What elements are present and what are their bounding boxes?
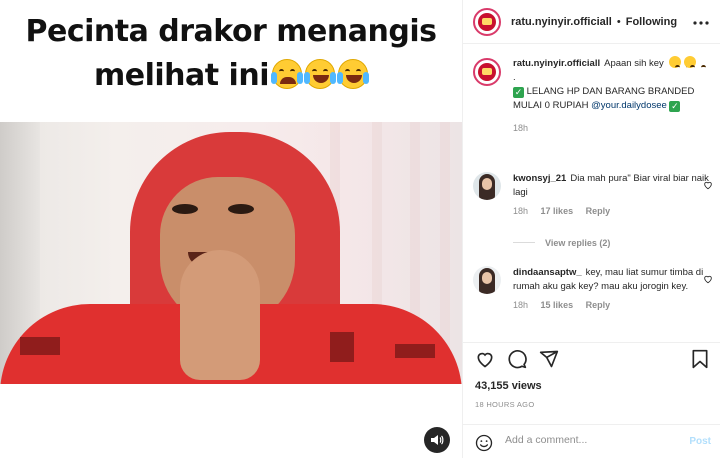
avatar-face [482,272,492,284]
header-username[interactable]: ratu.nyinyir.officiall [511,16,612,28]
video-caption: Pecinta drakor menangis melihat ini [0,10,462,98]
reply-button[interactable]: Reply [586,206,611,216]
following-button[interactable]: Following [626,16,677,28]
comment-likes[interactable]: 15 likes [541,300,574,310]
comment-likes[interactable]: 17 likes [541,206,574,216]
post-text-line-2: . [513,72,516,83]
caption-line-2: melihat ini [94,58,269,93]
avatar[interactable] [473,266,501,294]
avatar[interactable] [473,172,501,200]
post-text-line-4: MULAI 0 RUPIAH [513,100,592,111]
heart-icon[interactable] [703,180,713,190]
bookmark-icon[interactable] [691,349,709,369]
avatar[interactable] [473,7,501,36]
crying-face-icon [684,56,707,68]
audio-toggle-button[interactable] [424,427,450,453]
comment-meta: 18h 17 likes Reply [513,206,713,216]
mention-link[interactable]: @your.dailydosee [591,100,667,111]
comment-text: dindaansaptw_ key, mau liat sumur timba d… [513,266,713,294]
comment-icon[interactable] [507,349,527,369]
emoji-icon[interactable] [475,434,493,452]
view-count[interactable]: 43,155 views [475,380,542,392]
sweater-print [330,332,354,362]
face-with-tears-of-joy-icon [336,59,369,89]
person-eye [228,204,254,214]
reply-button[interactable]: Reply [586,300,611,310]
comment-text: kwonsyj_21 Dia mah pura" Biar viral biar … [513,172,713,200]
post-text-line-3: LELANG HP DAN BARANG BRANDED [526,86,695,97]
post-caption: ratu.nyinyir.officiall Apaan sih key . ✓ … [473,56,713,135]
post-comment-button[interactable]: Post [689,436,711,447]
post-header: ratu.nyinyir.officiall • Following [463,0,720,44]
header-separator: • [616,15,621,28]
share-icon[interactable] [539,349,559,369]
post-time: 18h [513,123,529,133]
video-frame[interactable] [0,122,462,384]
post-caption-text: ratu.nyinyir.officiall Apaan sih key . ✓ … [513,56,713,135]
avatar[interactable] [473,58,501,86]
person-eye [172,204,198,214]
post-username[interactable]: ratu.nyinyir.officiall [513,58,600,69]
action-bar [463,342,720,372]
caption-line-2-wrap: melihat ini [0,54,462,98]
sweater-print [20,337,60,355]
caption-line-1: Pecinta drakor menangis [25,14,437,49]
post-text-line-1: Apaan sih key [604,58,664,69]
ellipsis-icon [693,21,709,25]
more-options-button[interactable] [693,12,709,28]
brand-logo-icon [478,63,496,81]
post-timestamp: 18 HOURS AGO [475,400,535,409]
view-replies-button[interactable]: View replies (2) [513,238,610,248]
avatar-face [482,178,492,190]
sweater-print [395,344,435,358]
comment-time: 18h [513,206,529,216]
comment-meta: 18h 15 likes Reply [513,300,713,310]
loudly-crying-face-icon [270,59,303,89]
check-mark-icon: ✓ [669,101,681,112]
video-panel[interactable]: Pecinta drakor menangis melihat ini [0,0,462,458]
comment-composer: Post [463,424,720,458]
comment-username[interactable]: dindaansaptw_ [513,267,582,278]
heart-icon[interactable] [475,349,495,369]
brand-logo-icon [478,12,496,31]
comment-item: dindaansaptw_ key, mau liat sumur timba d… [473,266,713,310]
check-mark-icon: ✓ [513,87,524,98]
crying-face-icon [669,56,692,68]
comment-time: 18h [513,300,529,310]
comment-username[interactable]: kwonsyj_21 [513,173,566,184]
face-with-tears-of-joy-icon [303,59,336,89]
comments-panel: ratu.nyinyir.officiall • Following ratu.… [462,0,720,458]
comment-input[interactable] [505,434,675,446]
person-hands [180,250,260,380]
speaker-icon [431,435,444,445]
comment-item: kwonsyj_21 Dia mah pura" Biar viral biar … [473,172,713,216]
heart-icon[interactable] [703,274,713,284]
